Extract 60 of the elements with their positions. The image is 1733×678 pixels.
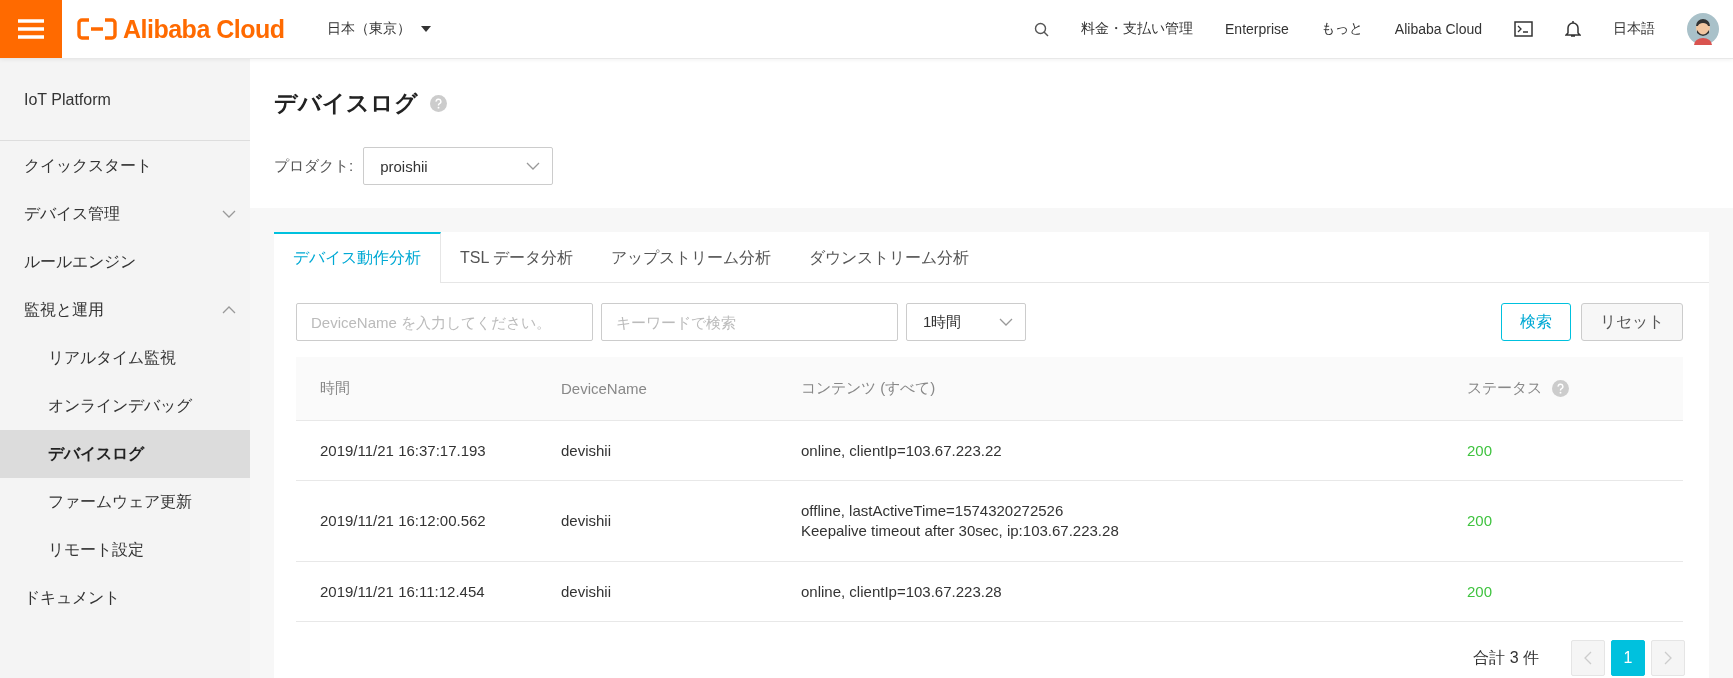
reset-button[interactable]: リセット: [1581, 303, 1683, 341]
chevron-down-icon: [999, 318, 1013, 326]
sidebar-item[interactable]: ルールエンジン: [0, 238, 250, 286]
nav-link[interactable]: 料金・支払い管理: [1081, 20, 1193, 38]
search-icon[interactable]: [1034, 21, 1049, 37]
menu-icon: [18, 19, 44, 39]
table-cell: devishii: [537, 480, 777, 562]
device-name-field[interactable]: DeviceName を入力してください。: [296, 303, 593, 341]
table-cell: devishii: [537, 561, 777, 622]
sidebar-item[interactable]: ドキュメント: [0, 574, 250, 622]
column-header: コンテンツ (すべて): [777, 357, 1443, 421]
table-cell: devishii: [537, 420, 777, 481]
product-select[interactable]: proishii: [363, 147, 554, 185]
column-header: 時間: [296, 357, 537, 421]
tab[interactable]: TSL データ分析: [441, 232, 593, 282]
sidebar-item[interactable]: デバイスログ: [0, 430, 250, 478]
sidebar-item[interactable]: リアルタイム監視: [0, 334, 250, 382]
status-cell: 200: [1443, 561, 1683, 622]
logo-text: Alibaba Cloud: [123, 14, 285, 44]
chevron-up-icon: [222, 306, 236, 314]
sidebar-item[interactable]: ファームウェア更新: [0, 478, 250, 526]
sidebar-item[interactable]: デバイス管理: [0, 190, 250, 238]
period-select[interactable]: 1時間: [906, 303, 1026, 341]
nav-link[interactable]: Alibaba Cloud: [1394, 21, 1482, 37]
help-icon[interactable]: [430, 94, 447, 112]
column-title: ステータス: [1467, 379, 1542, 398]
caret-icon: [420, 26, 431, 32]
chevron-down-icon: [526, 162, 541, 170]
table-cell: 2019/11/21 16:12:00.562: [296, 480, 537, 562]
avatar-icon[interactable]: [1687, 13, 1719, 45]
chevron-left-icon: [1584, 651, 1592, 665]
column-header: DeviceName: [537, 357, 777, 421]
table-cell: 2019/11/21 16:11:12.454: [296, 561, 537, 622]
help-icon[interactable]: [1552, 380, 1569, 397]
sidebar-item[interactable]: オンラインデバッグ: [0, 382, 250, 430]
status-cell: 200: [1443, 420, 1683, 481]
logo-icon: [77, 17, 117, 41]
table-cell: 2019/11/21 16:37:17.193: [296, 420, 537, 481]
terminal-icon[interactable]: [1514, 21, 1533, 37]
status-cell: 200: [1443, 480, 1683, 562]
language-link[interactable]: 日本語: [1613, 20, 1655, 38]
page-title: デバイスログ: [274, 88, 418, 118]
total-count: 合計 3 件: [1473, 647, 1539, 668]
bell-icon[interactable]: [1565, 20, 1581, 38]
region-selector[interactable]: 日本（東京）: [320, 19, 437, 39]
product-label: プロダクト:: [274, 156, 354, 176]
nav-link[interactable]: Enterprise: [1225, 21, 1289, 37]
tab[interactable]: ダウンストリーム分析: [790, 232, 989, 282]
table-cell: online, clientIp=103.67.223.22: [777, 420, 1443, 481]
chevron-down-icon: [222, 210, 236, 218]
nav-link[interactable]: もっと: [1320, 20, 1363, 38]
menu-button[interactable]: [0, 0, 62, 58]
table-cell: offline, lastActiveTime=1574320272526 Keepalive timeout after 30sec, ip:103.67.223.28: [777, 480, 1443, 562]
tab[interactable]: アップストリーム分析: [592, 232, 791, 282]
table-cell: online, clientIp=103.67.223.28: [777, 561, 1443, 622]
sidebar-item[interactable]: リモート設定: [0, 526, 250, 574]
sidebar-item[interactable]: クイックスタート: [0, 142, 250, 190]
keyword-field[interactable]: キーワードで検索: [601, 303, 898, 341]
sidebar-item[interactable]: 監視と運用: [0, 286, 250, 334]
chevron-right-icon: [1664, 651, 1672, 665]
